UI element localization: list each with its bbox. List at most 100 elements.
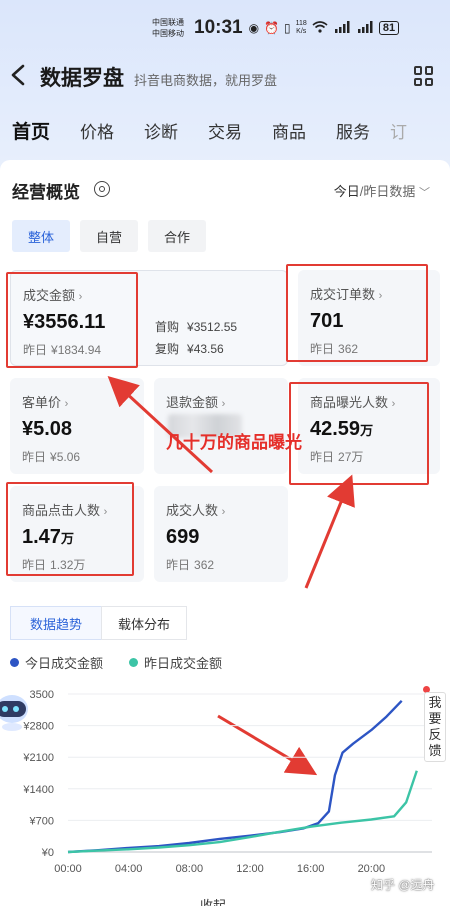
feedback-button[interactable]: 我要反馈 [424, 692, 446, 762]
legend-yesterday-label: 昨日成交金额 [144, 656, 223, 671]
metric-aov-prev: 昨日 ¥5.06 [22, 448, 80, 465]
legend-today[interactable]: 今日成交金额 [10, 653, 103, 672]
metric-repeat-purchase: 复购 ¥43.56 [155, 340, 224, 357]
highlight-box-exposure [289, 382, 429, 485]
overview-card: 经营概览 今日/昨日数据 ﹀ 整体 自营 合作 成交金额 › ¥3556.11 … [0, 160, 450, 906]
chevron-right-icon: › [221, 398, 226, 410]
collapse-toggle[interactable]: 收起 [200, 895, 226, 906]
chart-tab-carrier[interactable]: 载体分布 [101, 606, 187, 640]
assistant-robot-icon[interactable] [0, 687, 34, 733]
section-title: 经营概览 [12, 183, 80, 202]
signal-icon-2 [356, 20, 374, 36]
x-tick-label: 16:00 [297, 863, 325, 875]
metric-aov-value: ¥5.08 [22, 418, 73, 440]
prev-label: 昨日 [166, 558, 191, 572]
highlight-box-clicks [6, 482, 134, 576]
chevron-right-icon: › [221, 506, 226, 518]
tab-trade[interactable]: 交易 [208, 118, 242, 143]
tab-diagnosis[interactable]: 诊断 [144, 118, 178, 143]
metric-buyers-prev: 昨日 362 [166, 556, 214, 573]
highlight-box-gmv [6, 272, 138, 368]
apps-grid-icon[interactable] [414, 66, 434, 86]
watermark-text: 知乎 @远舟 [371, 878, 435, 892]
metric-buyers[interactable]: 成交人数 › 699 昨日 362 [154, 486, 288, 582]
back-arrow-icon[interactable] [10, 62, 40, 93]
metric-aov-label-text: 客单价 [22, 395, 62, 410]
wifi-icon [312, 20, 328, 36]
status-bar: 中国联通 中国移动 10:31 ◉ ⏰ ▯ 118 K/s 81 [152, 14, 438, 42]
series-line-today [67, 699, 403, 854]
carrier-info: 中国联通 中国移动 [152, 17, 192, 39]
first-purchase-label: 首购 [155, 320, 180, 334]
legend-today-label: 今日成交金额 [25, 656, 104, 671]
grid-cell [414, 77, 422, 86]
x-tick-label: 12:00 [236, 863, 264, 875]
net-speed-value: 118 [295, 20, 307, 27]
legend-yesterday-dot [129, 658, 139, 667]
trend-line-chart: ¥0¥700¥1400¥2100¥2800350000:00 04:00 08:00… [22, 689, 432, 875]
x-tick-label: 00:00 [54, 863, 82, 875]
metric-buyers-label: 成交人数 › [166, 500, 225, 519]
metric-buyers-value: 699 [166, 526, 200, 548]
main-nav-tabs: 首页 价格 诊断 交易 商品 服务 订 [0, 112, 450, 148]
tab-products[interactable]: 商品 [272, 118, 306, 143]
date-selector-sub: /昨日数据 [359, 184, 416, 199]
carrier-1: 中国联通 [152, 18, 184, 27]
carrier-2: 中国移动 [152, 29, 184, 38]
metric-refund-label-text: 退款金额 [166, 395, 219, 410]
grid-cell [414, 66, 422, 75]
chart-legend: 今日成交金额 昨日成交金额 [10, 653, 248, 672]
network-speed: 118 K/s [296, 20, 307, 36]
page-subtitle: 抖音电商数据，就用罗盘 [134, 72, 278, 88]
prev-label: 昨日 [22, 450, 47, 464]
vibrate-icon: ▯ [284, 21, 291, 35]
segment-cooperation[interactable]: 合作 [148, 220, 206, 252]
x-tick-label: 20:00 [358, 863, 386, 875]
tab-home[interactable]: 首页 [12, 117, 50, 144]
battery-indicator: 81 [378, 21, 400, 35]
metric-refund-label: 退款金额 › [166, 392, 225, 411]
legend-today-dot [10, 658, 19, 667]
segment-overall[interactable]: 整体 [12, 220, 70, 252]
clock: 10:31 [194, 17, 243, 38]
eye-icon: ◉ [248, 21, 260, 35]
y-tick-label: ¥2100 [22, 752, 54, 764]
status-icons: ◉ ⏰ ▯ 118 K/s 81 [248, 20, 400, 36]
repeat-purchase-label: 复购 [155, 342, 180, 356]
prev-value: 362 [194, 558, 215, 572]
highlight-box-orders [286, 264, 428, 362]
x-tick-label: 04:00 [115, 863, 143, 875]
legend-yesterday[interactable]: 昨日成交金额 [129, 653, 222, 672]
metric-buyers-label-text: 成交人数 [166, 503, 219, 518]
segment-self-operated[interactable]: 自营 [80, 220, 138, 252]
tab-service[interactable]: 服务 [336, 118, 370, 143]
signal-icon-1 [333, 20, 351, 36]
metric-aov[interactable]: 客单价 › ¥5.08 昨日 ¥5.06 [10, 378, 144, 474]
x-tick-label: 08:00 [176, 863, 204, 875]
chevron-right-icon: › [64, 398, 69, 410]
annotation-text: 几十万的商品曝光 [166, 433, 302, 452]
arrow-to-exposure [304, 474, 355, 589]
date-selector[interactable]: 今日/昨日数据 ﹀ [334, 181, 430, 200]
tab-price[interactable]: 价格 [80, 118, 114, 143]
series-line-yesterday [67, 770, 418, 854]
page-title: 数据罗盘 [40, 67, 124, 90]
metric-first-purchase: 首购 ¥3512.55 [155, 318, 237, 335]
settings-eye-icon[interactable] [94, 181, 110, 197]
grid-cell [425, 77, 433, 86]
y-tick-label: ¥1400 [22, 784, 54, 796]
repeat-purchase-value: ¥43.56 [187, 342, 224, 356]
y-tick-label: ¥0 [41, 847, 54, 859]
y-tick-label: ¥700 [29, 815, 54, 827]
first-purchase-value: ¥3512.55 [187, 320, 238, 334]
date-selector-main: 今日 [333, 184, 360, 199]
metric-aov-label: 客单价 › [22, 392, 68, 411]
chart-tab-trend[interactable]: 数据趋势 [10, 606, 102, 640]
prev-value: ¥5.06 [50, 450, 81, 464]
alarm-icon: ⏰ [264, 21, 280, 35]
chevron-down-icon: ﹀ [419, 187, 430, 199]
tab-more-partial[interactable]: 订 [390, 118, 407, 143]
app-header: 数据罗盘 抖音电商数据，就用罗盘 [0, 56, 450, 98]
net-speed-unit: K/s [296, 28, 307, 35]
grid-cell [425, 66, 433, 75]
